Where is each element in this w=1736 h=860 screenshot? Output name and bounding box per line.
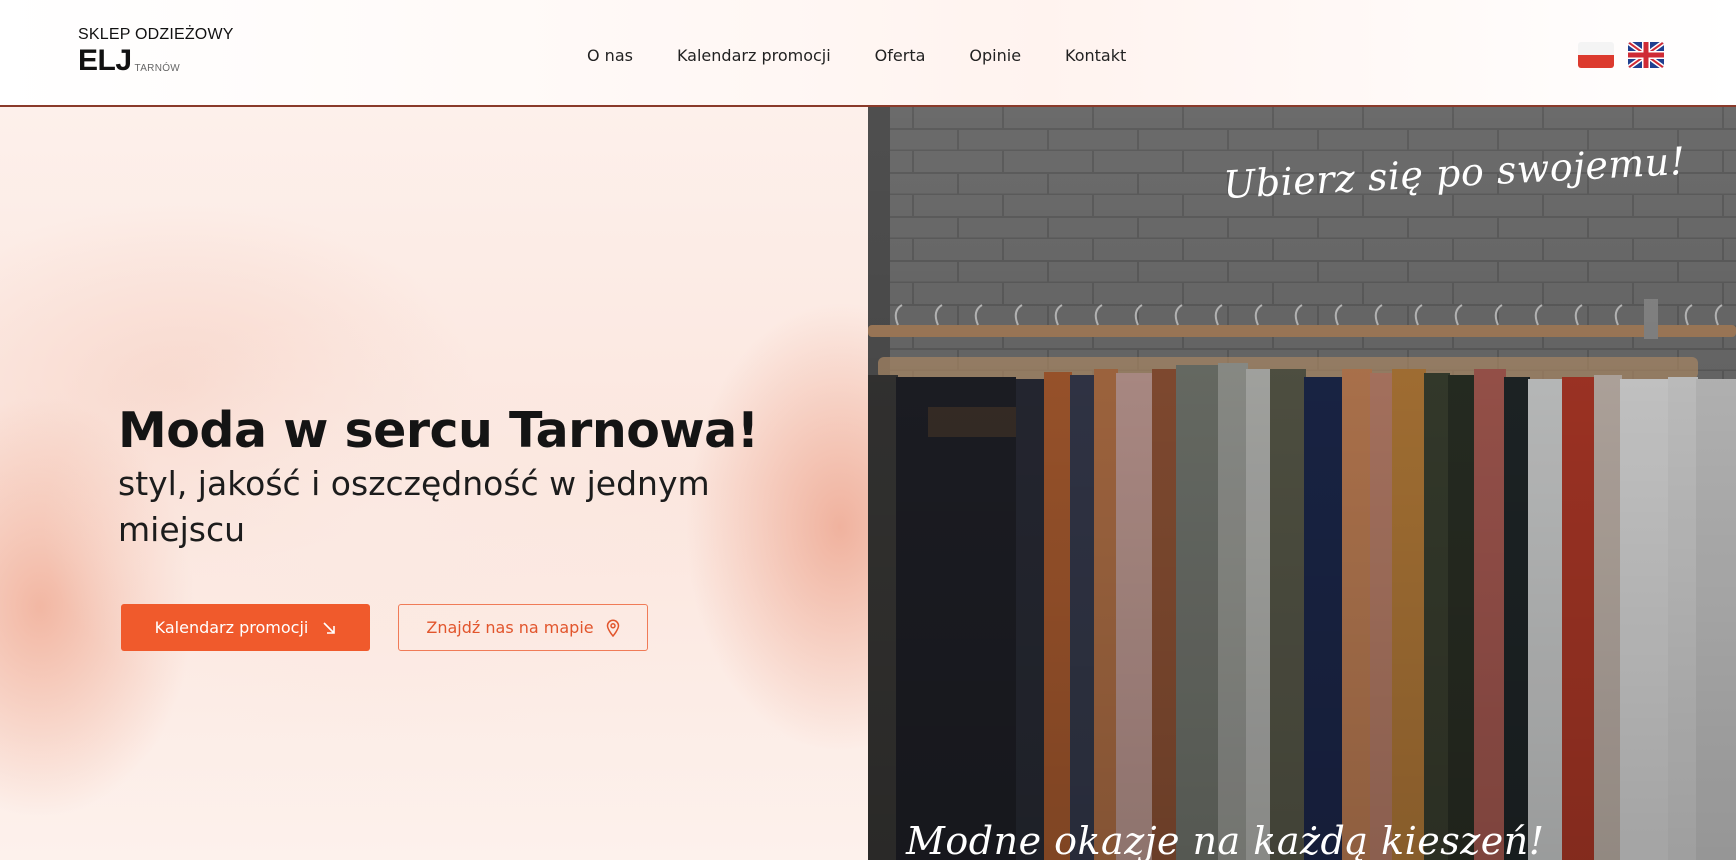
logo-sub: TARNÓW (134, 63, 181, 74)
find-on-map-button-label: Znajdź nas na mapie (426, 618, 594, 637)
site-header: SKLEP ODZIEŻOWY ELJ TARNÓW O nas Kalenda… (0, 0, 1736, 107)
hero-image: Ubierz się po swojemu! Modne okazje na k… (868, 107, 1736, 860)
find-on-map-button[interactable]: Znajdź nas na mapie (398, 604, 648, 651)
site-logo[interactable]: SKLEP ODZIEŻOWY ELJ TARNÓW (78, 26, 234, 76)
language-switcher (1578, 42, 1664, 68)
map-pin-icon (606, 619, 620, 637)
nav-item-opinie[interactable]: Opinie (969, 44, 1021, 68)
image-tagline-bottom: Modne okazje na każdą kieszeń! (906, 819, 1545, 860)
promo-calendar-button-label: Kalendarz promocji (154, 618, 309, 637)
logo-row: ELJ TARNÓW (78, 46, 234, 76)
main-nav: O nas Kalendarz promocji Oferta Opinie K… (587, 44, 1126, 68)
uk-flag-icon[interactable] (1628, 42, 1664, 68)
logo-top-line: SKLEP ODZIEŻOWY (78, 26, 234, 43)
nav-item-oferta[interactable]: Oferta (875, 44, 926, 68)
logo-main: ELJ (78, 44, 132, 77)
arrow-down-right-icon (322, 621, 336, 635)
nav-item-kalendarz-promocji[interactable]: Kalendarz promocji (677, 44, 831, 68)
hero-subtitle: styl, jakość i oszczędność w jednym miej… (118, 464, 710, 549)
landing-page: SKLEP ODZIEŻOWY ELJ TARNÓW O nas Kalenda… (0, 0, 1736, 860)
nav-item-o-nas[interactable]: O nas (587, 44, 633, 68)
nav-item-kontakt[interactable]: Kontakt (1065, 44, 1126, 68)
clothes-rack-image (868, 107, 1736, 860)
promo-calendar-button[interactable]: Kalendarz promocji (121, 604, 370, 651)
poland-flag-icon[interactable] (1578, 42, 1614, 68)
hero-content: Moda w sercu Tarnowa! styl, jakość i osz… (0, 107, 868, 860)
hero-title: Moda w sercu Tarnowa! (118, 402, 759, 459)
